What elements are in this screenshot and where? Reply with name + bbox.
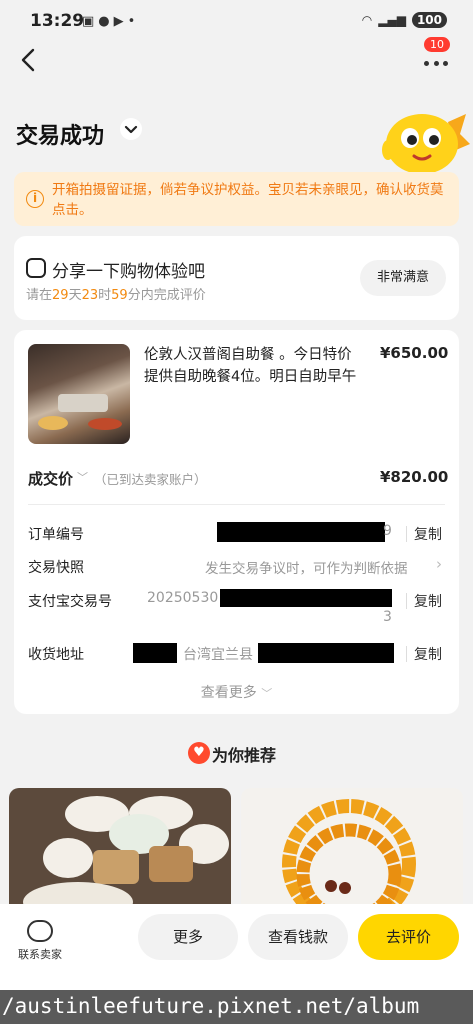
order-details-card: 伦敦人汉普阁自助餐 。今日特价 提供自助晚餐4位。明日自助早午 ¥650.00 … [14, 330, 459, 714]
recommended-item-dimsum[interactable] [9, 788, 231, 908]
title-dropdown-button[interactable] [120, 118, 142, 140]
snapshot-label: 交易快照 [28, 560, 84, 576]
order-number-label: 订单编号 [28, 527, 84, 543]
shipping-address-value: 台湾宜兰县 [183, 647, 253, 663]
chevron-down-icon [124, 125, 138, 134]
chevron-down-icon: ﹀ [261, 687, 273, 700]
more-button[interactable]: 更多 [138, 914, 238, 960]
status-time: 13:29 [30, 11, 85, 31]
more-dots-icon [424, 61, 448, 66]
recommend-heading: 为你推荐 [212, 746, 277, 765]
see-more-button[interactable]: 查看更多 ﹀ [14, 682, 459, 702]
bottom-action-bar: 联系卖家 更多 查看钱款 去评价 [0, 904, 473, 990]
notice-text: 开箱拍摄留证据，倘若争议护权益。宝贝若未亲眼见，确认收货莫点击。 [52, 182, 444, 218]
review-countdown: 请在29天23时59分内完成评价 [26, 288, 206, 303]
heart-icon: ♥ [188, 742, 210, 764]
back-button[interactable] [16, 46, 42, 74]
battery-indicator: 100 [411, 12, 447, 28]
very-satisfied-button[interactable]: 非常满意 [360, 260, 446, 296]
chevron-right-icon: › [436, 555, 442, 573]
product-title[interactable]: 伦敦人汉普阁自助餐 。今日特价 提供自助晚餐4位。明日自助早午 [144, 344, 370, 388]
alipay-trade-no-prefix: 20250530 [147, 590, 219, 606]
status-app-icons: ▣●▶• [82, 14, 139, 29]
write-review-button[interactable]: 去评价 [358, 914, 459, 960]
divider [28, 504, 445, 505]
redacted-address [258, 643, 394, 663]
status-bar: 13:29 ▣●▶• ◠ ▂▄▆ 100 [0, 0, 473, 42]
redacted-recipient [133, 643, 177, 663]
more-options-button[interactable] [420, 50, 452, 74]
copy-order-number-button[interactable]: 复制 [414, 524, 442, 544]
wifi-icon: ◠ [361, 13, 373, 27]
deal-price-note: （已到达卖家账户） [94, 472, 207, 487]
countdown-hours: 23 [81, 288, 99, 303]
review-prompt-card: 分享一下购物体验吧 请在29天23时59分内完成评价 非常满意 [14, 236, 459, 320]
countdown-days: 29 [52, 288, 69, 303]
dot-icon: • [127, 14, 140, 29]
redacted-alipay-trade-no [220, 589, 392, 607]
video-icon: ▶ [113, 14, 128, 29]
chevron-left-icon [21, 48, 35, 72]
alipay-trade-no-tail: 3 [383, 609, 392, 625]
contact-seller-button[interactable]: 联系卖家 [18, 946, 62, 962]
countdown-minutes: 59 [111, 288, 128, 303]
facebook-icon: ● [98, 14, 114, 29]
alipay-trade-no-label: 支付宝交易号 [28, 594, 112, 610]
review-prompt-title: 分享一下购物体验吧 [52, 262, 205, 282]
amber-beads-image [282, 799, 416, 908]
mascot-illustration [378, 104, 470, 176]
smile-icon [26, 258, 46, 278]
page-title: 交易成功 [16, 124, 105, 149]
watermark-text: /austinleefuture.pixnet.net/album [2, 994, 420, 1018]
product-image[interactable] [28, 344, 130, 444]
copy-address-button[interactable]: 复制 [414, 644, 442, 664]
divider [406, 646, 407, 662]
status-system-icons: ◠ ▂▄▆ 100 [362, 12, 447, 28]
deal-price-value: ¥820.00 [380, 468, 449, 486]
info-icon: i [26, 190, 44, 208]
view-payment-button[interactable]: 查看钱款 [248, 914, 348, 960]
see-more-label: 查看更多 [200, 685, 257, 701]
copy-alipay-trade-no-button[interactable]: 复制 [414, 591, 442, 611]
signal-icon: ▂▄▆ [378, 13, 406, 27]
snapshot-value[interactable]: 发生交易争议时，可作为判断依据 [205, 557, 408, 577]
product-price: ¥650.00 [380, 344, 449, 362]
recommended-item-amber-beads[interactable] [241, 788, 463, 908]
divider [406, 593, 407, 609]
deal-price-label[interactable]: 成交价 [28, 468, 73, 489]
message-icon: ▣ [82, 14, 99, 29]
chat-bubble-icon[interactable] [27, 920, 53, 942]
redacted-order-number [217, 522, 385, 542]
divider [406, 526, 407, 542]
notification-badge: 10 [424, 37, 450, 52]
order-number-tail: 9 [383, 523, 392, 539]
evidence-notice: i 开箱拍摄留证据，倘若争议护权益。宝贝若未亲眼见，确认收货莫点击。 [14, 172, 459, 226]
shipping-address-label: 收货地址 [28, 647, 84, 663]
chevron-down-icon: ﹀ [77, 471, 88, 484]
